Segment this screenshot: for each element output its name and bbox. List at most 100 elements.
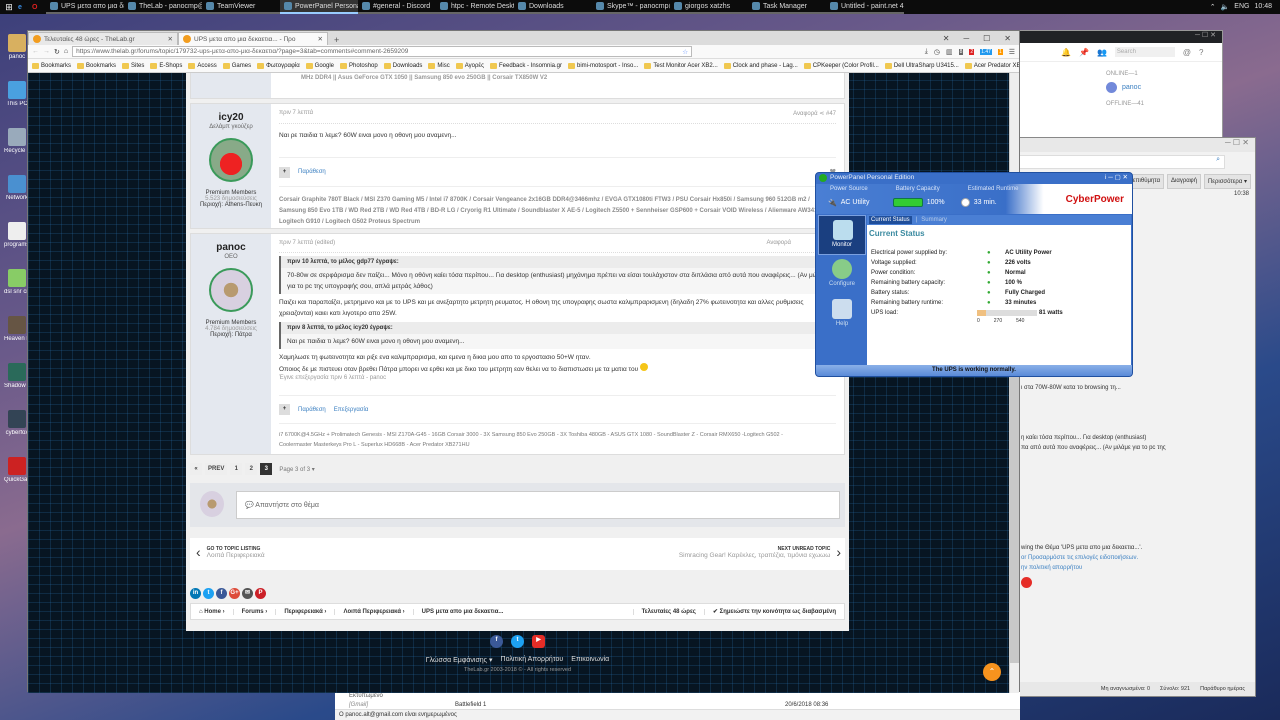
share-button[interactable]: t [203,588,214,599]
close-tab-icon[interactable]: ✕ [318,35,323,43]
share-button[interactable]: f [216,588,227,599]
bookmark-item[interactable]: E-Shops [150,62,182,69]
quote-button[interactable]: Παράθεση [298,169,326,175]
back-icon[interactable]: ← [32,48,39,55]
mail-link[interactable]: or Προσαρμόστε τις επιλογές ειδοποιήσεων… [1021,553,1236,563]
bookmark-item[interactable]: Google [305,62,334,69]
mail-more-button[interactable]: Περισσότερα ▾ [1203,174,1251,189]
page-button-current[interactable]: 3 [260,463,273,475]
bookmark-item[interactable]: bimi-motosport - Inso... [568,62,638,69]
next-unread-topic-link[interactable]: NEXT UNREAD TOPIC Simracing Gear! Καρέκλε… [679,544,841,560]
share-button[interactable]: ✉ [242,588,253,599]
bookmark-item[interactable]: Dell UltraSharp U3415... [884,62,959,69]
taskbar-item[interactable]: Untitled - paint.net 4.... [826,0,904,14]
extension-badge[interactable]: 2 [969,48,975,55]
reload-icon[interactable]: ↻ [54,48,60,56]
privacy-policy-link[interactable]: Πολιτική Απορρήτου [501,656,564,664]
taskbar-item[interactable]: Skype™ - panocmp@... [592,0,670,14]
breadcrumb-item[interactable]: Περιφερειακά › [276,608,336,615]
bookmark-item[interactable]: Bookmarks [77,62,116,69]
mail-link[interactable]: ην πολιτική απορρήτου [1021,563,1236,573]
mail-window-controls[interactable]: ─ ☐ ✕ [1001,138,1255,152]
breadcrumb-item[interactable]: Λοιπά Περιφερειακά › [335,608,414,615]
taskbar-item[interactable]: #general - Discord [358,0,436,14]
author-name[interactable]: icy20 [191,112,271,123]
extension-badge[interactable]: 1.47 [980,48,992,55]
share-icon[interactable]: ⋖ [819,111,824,117]
mail-today-pane-toggle[interactable]: Παράθυρο ημέρας [1200,686,1245,692]
avatar[interactable] [209,138,253,182]
report-link[interactable]: Αναφορά [793,111,817,117]
tray-chevron-icon[interactable]: ⌃ [1210,3,1216,11]
history-icon[interactable]: ◷ [934,48,940,56]
facebook-icon[interactable]: f [490,635,503,648]
bookmark-item[interactable]: Test Monitor Acer XB2... [644,62,718,69]
youtube-icon[interactable] [1021,577,1032,588]
bookmark-item[interactable]: Acer Predator XB271H... [964,62,1019,69]
pin-icon[interactable]: 📌 [1079,48,1089,57]
share-button[interactable]: in [190,588,201,599]
reply-input[interactable]: 💬 Απαντήστε στο θέμα [236,491,840,519]
author-name[interactable]: panoc [191,242,271,253]
tab-ups-topic[interactable]: UPS μετα απο μια δεκαετια... - Προ ✕ [178,32,328,45]
download-icon[interactable]: ⤓ [925,48,928,56]
configure-nav[interactable]: Configure [818,255,866,295]
youtube-icon[interactable]: ▶ [532,635,545,648]
taskbar-item[interactable]: Downloads [514,0,592,14]
taskbar-item[interactable]: htpc - Remote Deskto... [436,0,514,14]
edge-icon[interactable]: e [18,4,32,11]
vertical-scrollbar[interactable] [1009,73,1019,693]
first-page-button[interactable]: « [190,463,202,475]
taskbar-item[interactable]: UPS μετα απο μια δεκα... [46,0,124,14]
library-icon[interactable]: ▥ [946,48,953,56]
taskbar-item[interactable]: TheLab - panocmp@... [124,0,202,14]
mail-delete-button[interactable]: Διαγραφή [1167,174,1201,189]
taskbar-item[interactable]: PowerPanel Personal ... [280,0,358,14]
mail-folder[interactable]: [Gmail] [335,702,425,708]
window-controls[interactable]: i ─ ▢ ✕ [1105,173,1128,181]
help-icon[interactable]: ? [1199,48,1203,57]
avatar[interactable] [209,268,253,312]
volume-icon[interactable]: 🔈 [1221,3,1230,11]
page-button[interactable]: 1 [230,463,243,475]
mark-read-link[interactable]: ✔ Σημειώστε την κοινότητα ως διαβασμένη [705,608,844,615]
page-jump-dropdown[interactable]: Page 3 of 3 ▾ [279,466,314,473]
bookmark-item[interactable]: Downloads [383,62,422,69]
bookmark-item[interactable]: Photoshop [340,62,378,69]
extension-badge[interactable]: 1 [997,48,1003,55]
bookmark-star-icon[interactable]: ☆ [682,48,688,56]
url-bar[interactable]: https://www.thelab.gr/forums/topic/17973… [72,46,693,57]
new-tab-button[interactable]: + [328,35,345,45]
contact-link[interactable]: Επικοινωνία [571,656,609,664]
bookmark-item[interactable]: Misc [428,62,450,69]
last-48-hours-link[interactable]: Τελευταίες 48 ώρες [632,608,705,615]
forward-icon[interactable]: → [43,48,50,55]
bookmark-item[interactable]: Feedback - Insomnia.gr [489,62,562,69]
twitter-icon[interactable]: t [511,635,524,648]
help-nav[interactable]: Help [818,295,866,335]
bookmark-item[interactable]: Φωτογραφία [257,62,300,69]
breadcrumb-item[interactable]: ⌂ Home › [191,608,234,615]
clock[interactable]: 10:48 [1254,3,1272,11]
bookmark-item[interactable]: Clock and phase - Lag... [723,62,798,69]
taskbar-item[interactable]: giorgos xatzhs [670,0,748,14]
monitor-nav[interactable]: Monitor [818,215,866,255]
multiquote-button[interactable]: + [279,404,290,415]
quote-button[interactable]: Παράθεση [298,407,326,413]
language-indicator[interactable]: ENG [1234,3,1249,11]
page-button[interactable]: 2 [245,463,258,475]
breadcrumb-item[interactable]: Forums › [234,608,277,615]
extension-badge[interactable]: 8 [958,48,964,55]
scroll-to-top-button[interactable]: ⌃ [983,663,1001,681]
tab-summary[interactable]: Summary [921,217,947,223]
discord-window-controls[interactable]: ─ ☐ ✕ [1001,31,1222,43]
bookmark-item[interactable]: CPKeeper (Color Profil... [803,62,879,69]
members-icon[interactable]: 👥 [1097,48,1107,57]
tab-current-status[interactable]: Current Status [869,216,912,224]
multiquote-button[interactable]: + [279,166,290,178]
post-time[interactable]: πριν 7 λεπτά [279,110,313,117]
go-to-topic-listing-link[interactable]: ‹ GO TO TOPIC LISTING Λοιπά Περιφερειακά [196,544,265,560]
close-tab-icon[interactable]: ✕ [168,35,173,43]
start-icon[interactable]: ⊞ [0,2,18,13]
bookmark-item[interactable]: Αγορές [455,62,484,69]
